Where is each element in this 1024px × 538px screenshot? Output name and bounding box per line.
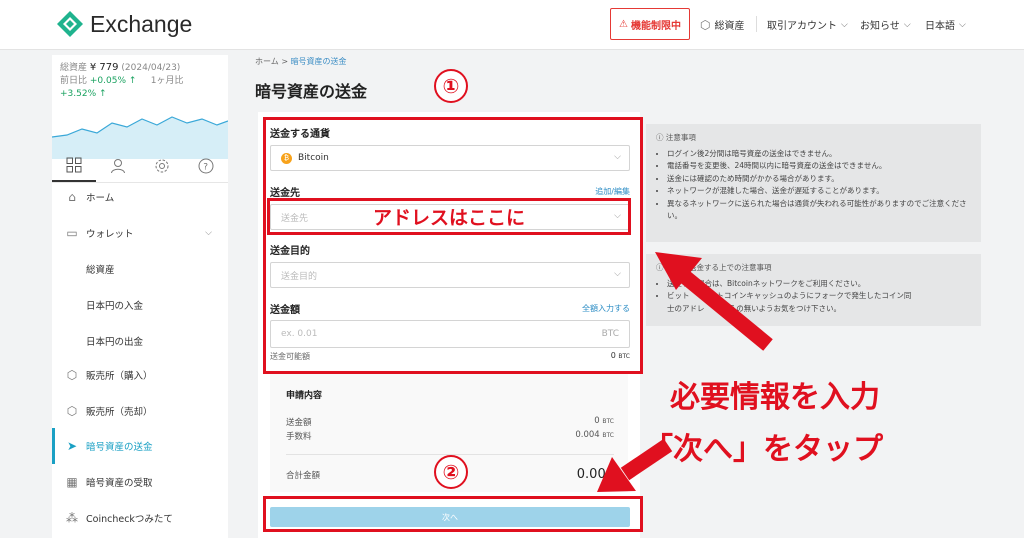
annotation-instruction-1: 必要情報を入力 [670,380,880,415]
arrow-to-address [679,270,773,351]
annotation-instruction-2: 「次へ」をタップ [643,432,883,467]
